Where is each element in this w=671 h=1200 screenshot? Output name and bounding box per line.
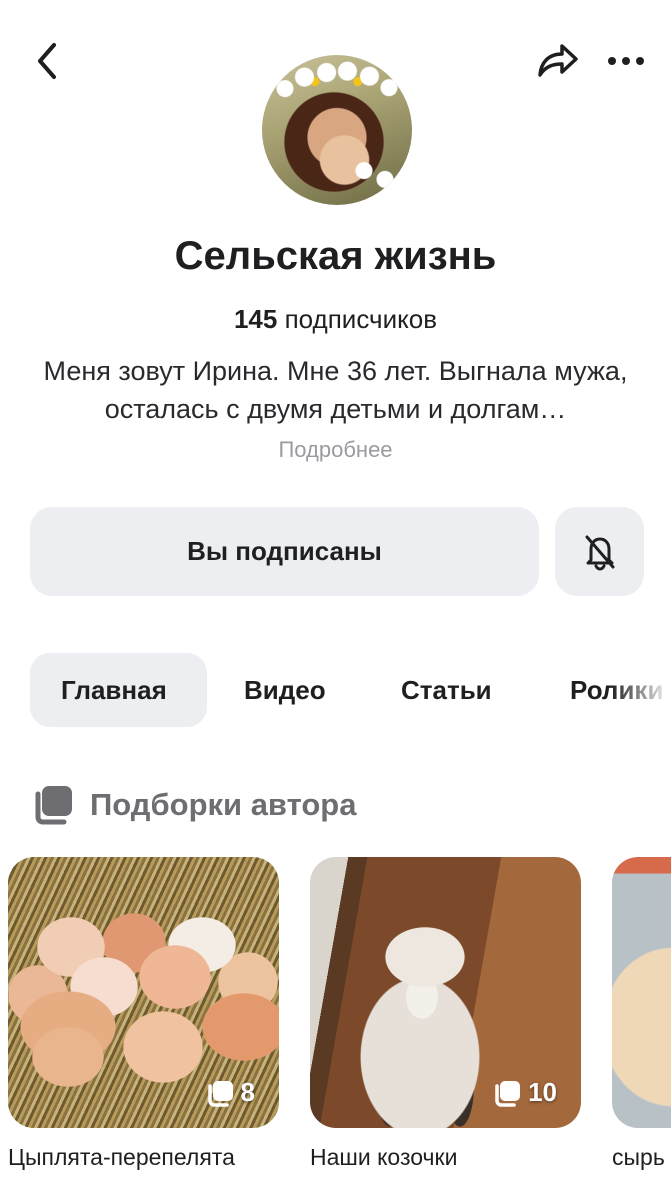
share-button[interactable] [530,36,586,86]
subscribers-count: 145 [233,304,278,334]
collection-thumbnail [612,857,671,1128]
share-arrow-icon [538,44,578,77]
collection-count: 10 [528,1077,557,1107]
tab-articles[interactable]: Статьи [401,653,492,727]
collection-caption: Цыплята-перепелята [8,1144,235,1170]
collection-thumbnail: 10 [310,857,581,1128]
more-options-button[interactable] [598,36,654,86]
avatar-image [262,55,412,205]
collection-caption: Наши козочки [310,1144,458,1170]
subscribed-button[interactable]: Вы подписаны [30,507,539,596]
collections-header: Подборки автора [30,782,356,828]
tabs-fade-overlay [611,653,671,727]
collection-stack-icon [207,1080,233,1107]
subscribers-info: 145 подписчиков [0,304,671,335]
bell-off-icon [585,535,614,571]
collection-caption: сырь [612,1144,665,1170]
channel-page: Сельская жизнь 145 подписчиков Меня зову… [0,0,671,1200]
channel-tabs: Главная Видео Статьи Ролики [30,653,671,727]
collection-card[interactable]: 8 Цыплята-перепелята [8,857,279,1171]
wreath-decoration [272,61,402,107]
more-link[interactable]: Подробнее [0,437,671,463]
collections-title: Подборки автора [90,787,357,822]
collection-card[interactable]: 10 Наши козочки [310,857,581,1171]
collection-count-badge: 8 [205,1077,255,1108]
collections-icon [35,786,72,825]
subscribers-label: подписчиков [284,304,438,334]
back-button[interactable] [22,36,72,86]
collection-count-badge: 10 [492,1077,557,1108]
more-dots-icon [608,57,644,65]
notifications-button[interactable] [555,507,644,596]
collection-thumbnail: 8 [8,857,279,1128]
tab-home[interactable]: Главная [30,653,207,727]
chevron-left-icon [38,43,56,79]
collection-count: 8 [240,1077,255,1107]
channel-avatar[interactable] [257,50,417,210]
collection-card[interactable]: сырь [612,857,671,1171]
channel-title: Сельская жизнь [174,234,497,278]
tab-video[interactable]: Видео [244,653,326,727]
collection-stack-icon [495,1080,521,1107]
channel-description: Меня зовут Ирина. Мне 36 лет. Выгнала му… [43,356,628,424]
flowers-decoration [346,153,406,197]
